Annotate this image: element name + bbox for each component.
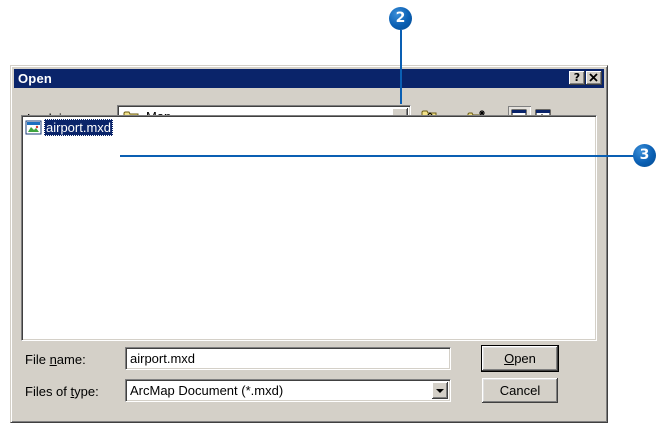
open-button[interactable]: Open — [481, 345, 559, 372]
file-list[interactable]: airport.mxd — [21, 115, 597, 341]
callout-step-3: 3 — [633, 144, 656, 167]
file-type-label: Files of type: — [25, 384, 99, 399]
file-name-label: File name: — [25, 352, 86, 367]
file-type-value: ArcMap Document (*.mxd) — [130, 383, 284, 398]
close-button[interactable] — [586, 71, 602, 85]
file-type-dropdown[interactable]: ArcMap Document (*.mxd) — [125, 379, 451, 402]
file-name-value: airport.mxd — [130, 351, 196, 366]
dialog-title: Open — [18, 71, 53, 86]
list-item[interactable]: airport.mxd — [25, 119, 125, 137]
file-name-airport[interactable]: airport.mxd — [44, 119, 114, 136]
file-type-dropdown-arrow[interactable] — [432, 382, 448, 399]
map-document-icon — [25, 120, 42, 135]
title-bar[interactable]: Open ? — [14, 69, 604, 88]
callout-step-2-leader — [400, 30, 402, 104]
cancel-button[interactable]: Cancel — [482, 378, 558, 403]
callout-step-3-leader — [120, 155, 634, 157]
callout-step-2: 2 — [389, 7, 412, 30]
help-button[interactable]: ? — [569, 71, 585, 85]
open-dialog: Open ? Look in: Map — [10, 65, 608, 423]
file-name-input[interactable]: airport.mxd — [125, 347, 451, 370]
close-icon — [589, 73, 598, 82]
